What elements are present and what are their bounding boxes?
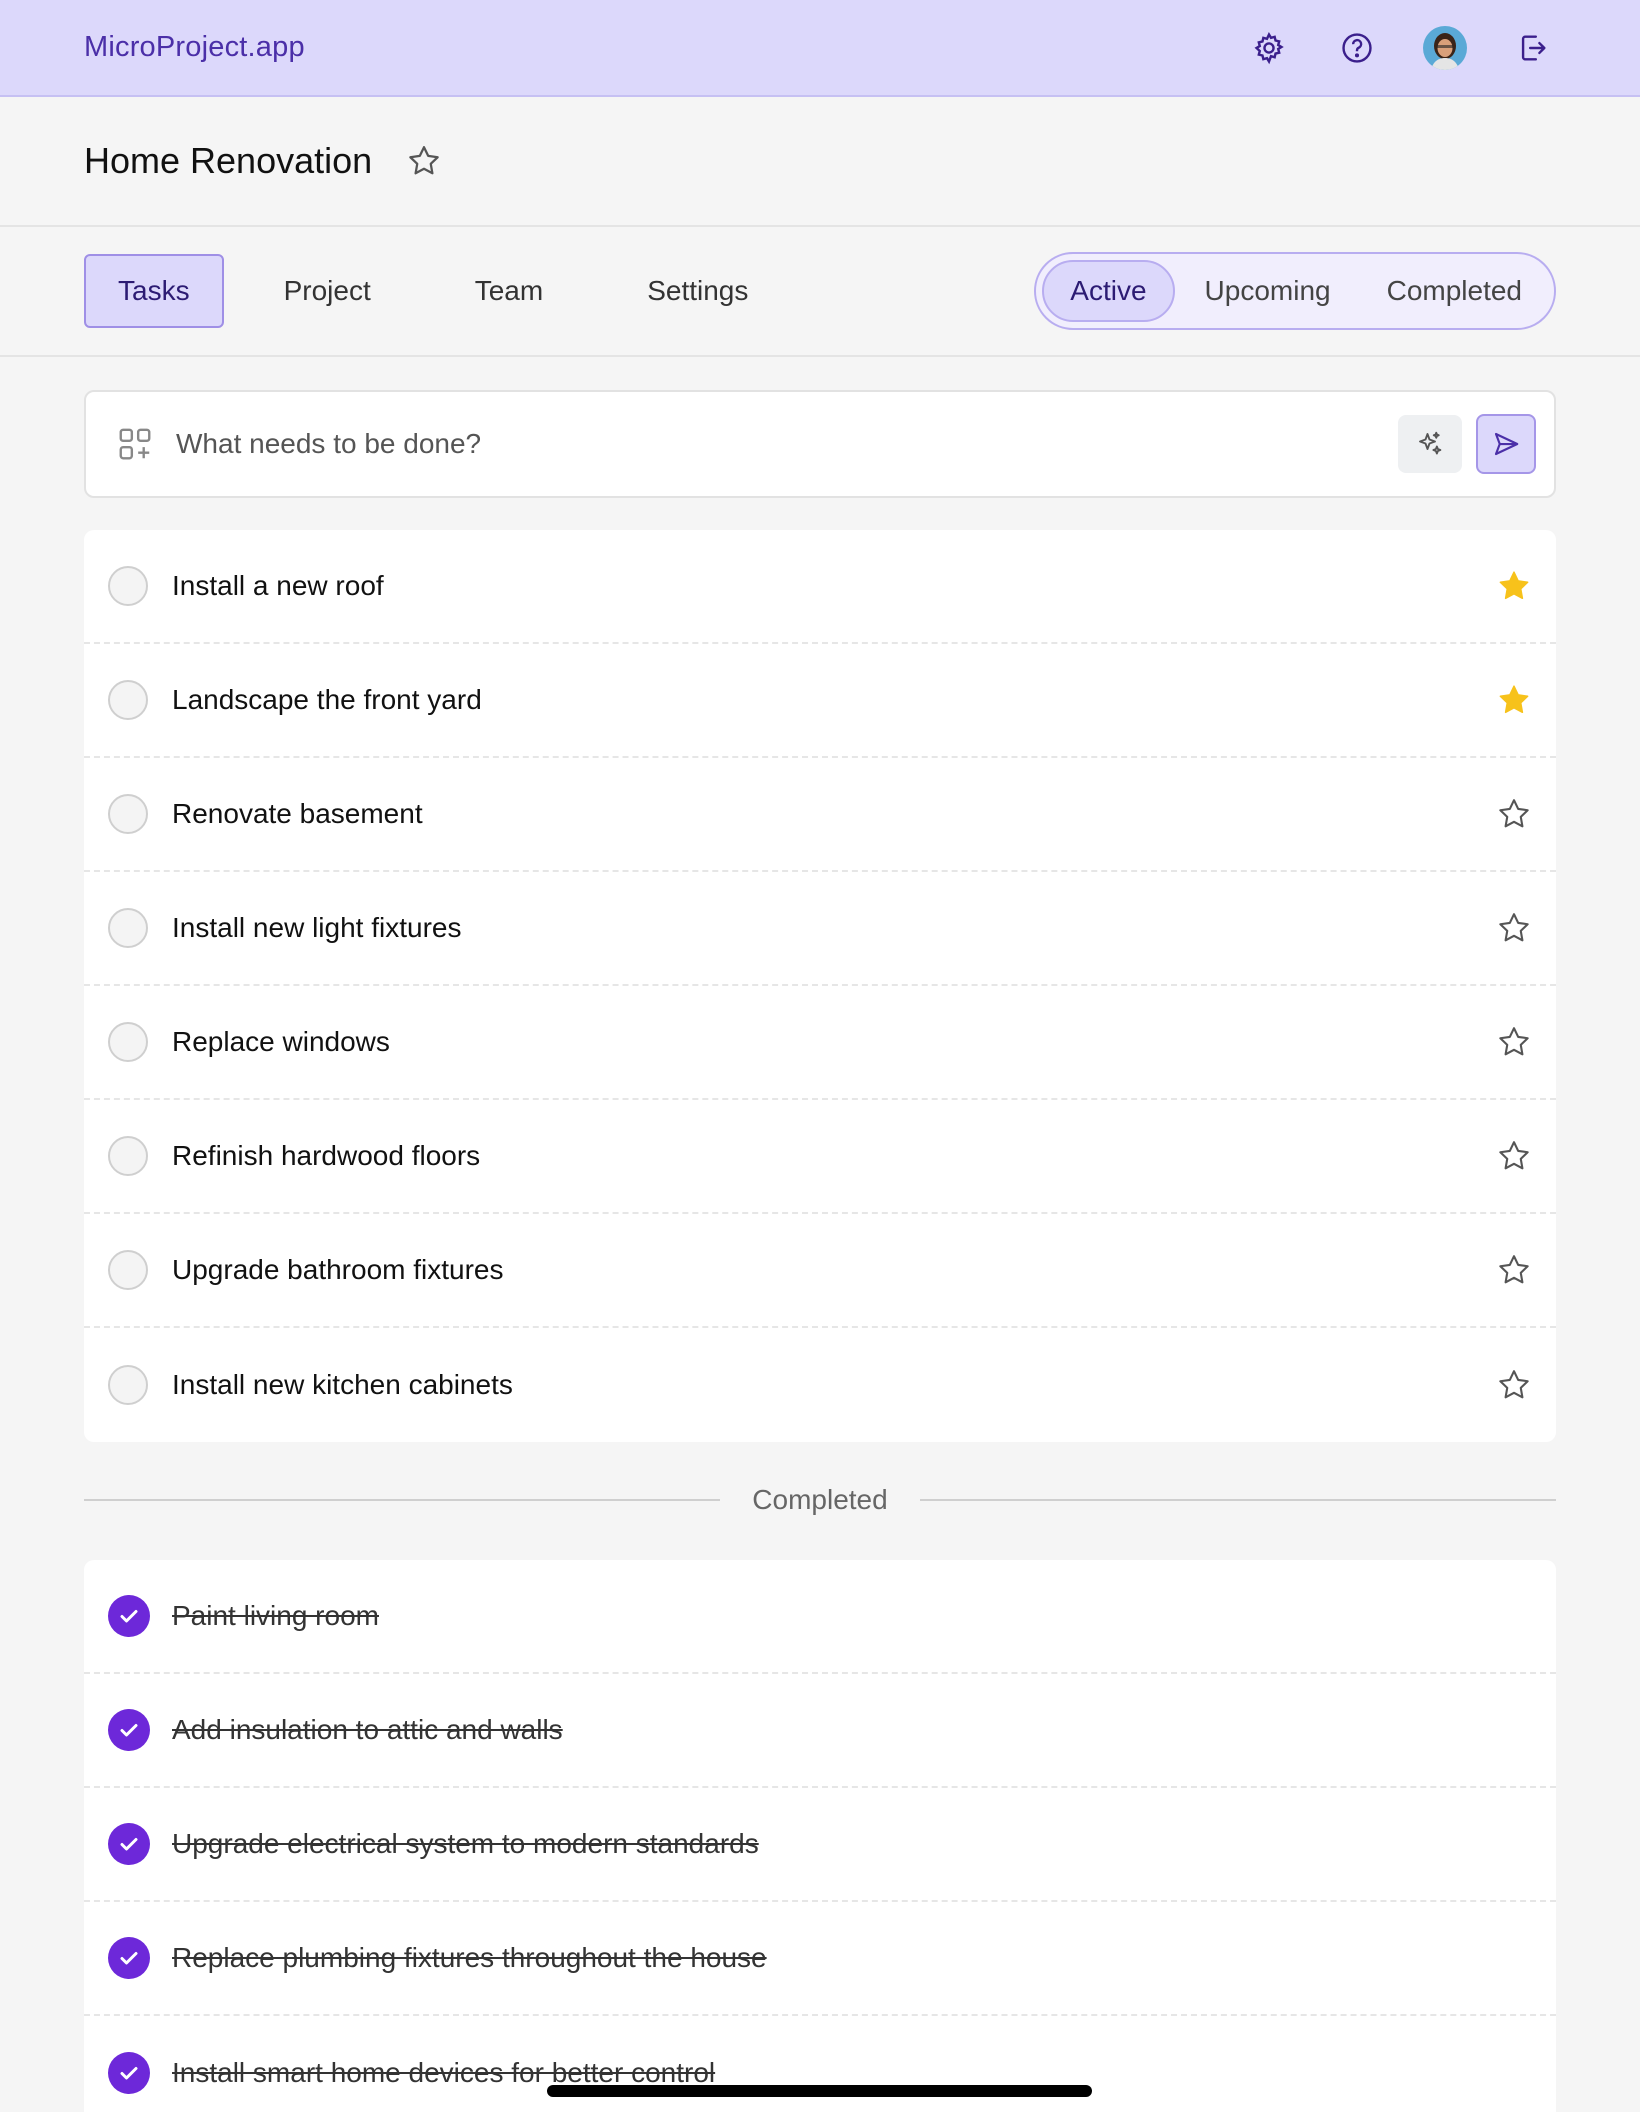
tab-project[interactable]: Project [240,254,415,328]
task-label: Replace windows [172,1026,390,1057]
star-filled-icon[interactable] [1494,680,1534,720]
task-checkbox[interactable] [108,680,148,720]
task-checkbox[interactable] [108,1365,148,1405]
ai-suggest-button[interactable] [1398,415,1462,473]
task-filter-toggle: Active Upcoming Completed [1034,252,1556,330]
completed-task-label: Add insulation to attic and walls [172,1714,563,1745]
send-button[interactable] [1476,414,1536,474]
table-row[interactable]: Refinish hardwood floors [84,1100,1556,1214]
task-label: Install new light fixtures [172,912,462,943]
task-checkbox[interactable] [108,908,148,948]
task-checkbox[interactable] [108,1136,148,1176]
avatar[interactable] [1422,25,1468,71]
table-row[interactable]: Replace windows [84,986,1556,1100]
star-outline-icon[interactable] [1494,1136,1534,1176]
star-filled-icon[interactable] [1494,566,1534,606]
add-grid-icon[interactable] [114,423,156,465]
task-label: Install a new roof [172,570,384,601]
task-label: Install new kitchen cabinets [172,1369,513,1400]
favorite-star-icon[interactable] [406,141,446,181]
star-outline-icon[interactable] [1494,908,1534,948]
table-row[interactable]: Install new kitchen cabinets [84,1328,1556,1442]
star-outline-icon[interactable] [1494,1250,1534,1290]
list-item[interactable]: Replace plumbing fixtures throughout the… [84,1902,1556,2016]
divider-line [919,1499,1556,1501]
task-composer [84,390,1556,498]
list-item[interactable]: Upgrade electrical system to modern stan… [84,1788,1556,1902]
checked-circle-icon[interactable] [108,1937,150,1979]
star-outline-icon[interactable] [1494,794,1534,834]
gear-icon[interactable] [1246,25,1292,71]
header-actions [1246,25,1556,71]
table-row[interactable]: Renovate basement [84,758,1556,872]
task-label: Refinish hardwood floors [172,1140,481,1171]
nav-bar: Tasks Project Team Settings Active Upcom… [0,227,1640,357]
completed-task-label: Paint living room [172,1600,379,1631]
table-row[interactable]: Landscape the front yard [84,644,1556,758]
checked-circle-icon[interactable] [108,1709,150,1751]
completed-task-list: Paint living room Add insulation to atti… [84,1560,1556,2112]
task-checkbox[interactable] [108,1022,148,1062]
completed-divider: Completed [84,1477,1556,1523]
tab-team[interactable]: Team [431,254,587,328]
task-label: Landscape the front yard [172,684,482,715]
completed-section-label: Completed [752,1484,888,1515]
tab-tasks[interactable]: Tasks [84,254,224,328]
filter-upcoming[interactable]: Upcoming [1179,260,1357,322]
star-outline-icon[interactable] [1494,1022,1534,1062]
help-icon[interactable] [1334,25,1380,71]
table-row[interactable]: Install new light fixtures [84,872,1556,986]
task-label: Renovate basement [172,798,423,829]
active-task-list: Install a new roof Landscape the front y… [84,530,1556,1442]
table-row[interactable]: Install a new roof [84,530,1556,644]
checked-circle-icon[interactable] [108,2052,150,2094]
sparkles-icon [1419,431,1442,455]
task-input[interactable] [176,428,1398,460]
table-row[interactable]: Upgrade bathroom fixtures [84,1214,1556,1328]
list-item[interactable]: Install smart home devices for better co… [84,2016,1556,2112]
completed-task-label: Upgrade electrical system to modern stan… [172,1828,759,1859]
tab-settings[interactable]: Settings [603,254,792,328]
brand-logo[interactable]: MicroProject.app [84,31,305,64]
title-bar: Home Renovation [0,97,1640,227]
task-checkbox[interactable] [108,1250,148,1290]
task-checkbox[interactable] [108,794,148,834]
divider-line [84,1499,721,1501]
task-label: Upgrade bathroom fixtures [172,1254,504,1285]
filter-completed[interactable]: Completed [1361,260,1548,322]
top-bar: MicroProject.app [0,0,1640,97]
completed-task-label: Replace plumbing fixtures throughout the… [172,1942,767,1973]
tab-list: Tasks Project Team Settings [84,254,792,328]
checked-circle-icon[interactable] [108,1823,150,1865]
logout-icon[interactable] [1510,25,1556,71]
checked-circle-icon[interactable] [108,1595,150,1637]
filter-active[interactable]: Active [1042,260,1175,322]
list-item[interactable]: Add insulation to attic and walls [84,1674,1556,1788]
star-outline-icon[interactable] [1494,1365,1534,1405]
send-icon [1494,432,1519,456]
home-indicator [547,2085,1092,2097]
list-item[interactable]: Paint living room [84,1560,1556,1674]
page-title: Home Renovation [84,140,373,181]
task-checkbox[interactable] [108,566,148,606]
